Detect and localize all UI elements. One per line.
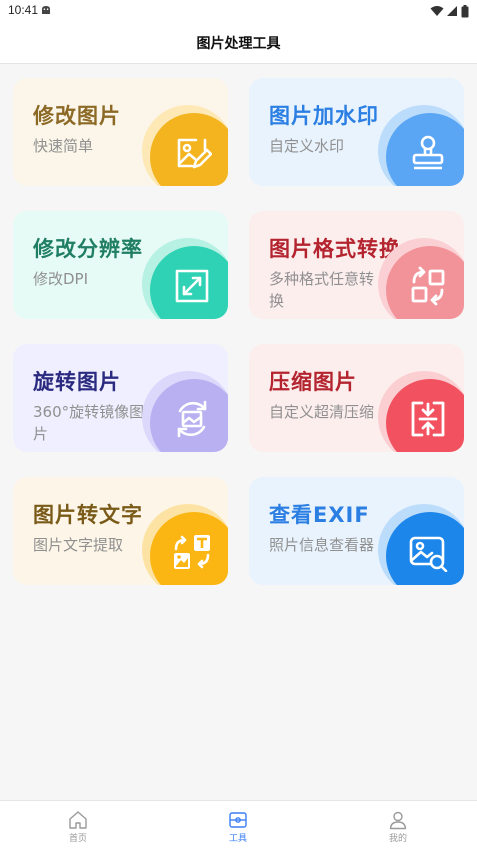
- nav-label-tools: 工具: [228, 834, 247, 844]
- android-notification-icon: [42, 6, 50, 14]
- tool-card-title: 修改图片: [33, 104, 121, 128]
- tool-card-subtitle: 图片文字提取: [33, 536, 124, 554]
- tool-card-image-to-text[interactable]: 图片转文字 图片文字提取: [13, 477, 228, 585]
- tool-card-title: 图片转文字: [33, 503, 143, 527]
- rotate-image-icon: [177, 400, 207, 438]
- tool-card-title: 压缩图片: [269, 370, 357, 394]
- tool-card-title: 修改分辨率: [33, 237, 143, 261]
- nav-label-home: 首页: [68, 834, 87, 844]
- edit-image-icon: [177, 138, 212, 169]
- home-icon: [69, 811, 87, 829]
- tool-card-subtitle: 多种格式任意转换: [269, 270, 375, 310]
- tool-card-title: 图片加水印: [269, 104, 379, 128]
- image-to-text-icon: [174, 535, 210, 569]
- tool-card-subtitle: 照片信息查看器: [269, 536, 375, 554]
- tool-card-subtitle: 360°旋转镜像图片: [33, 403, 145, 443]
- exif-search-icon: [409, 536, 448, 572]
- tool-card-subtitle: 快速简单: [33, 137, 94, 155]
- signal-icon: [447, 6, 457, 16]
- tool-card-title: 查看EXIF: [269, 503, 370, 527]
- tool-card-watermark[interactable]: 图片加水印 自定义水印: [249, 78, 464, 186]
- status-indicators: [430, 4, 469, 18]
- stamp-icon: [412, 135, 444, 170]
- tool-card-edit-image[interactable]: 修改图片 快速简单: [13, 78, 228, 186]
- tool-card-format-convert[interactable]: 图片格式转换 多种格式任意转换: [249, 211, 464, 319]
- page-title: 图片处理工具: [196, 36, 281, 52]
- tool-card-subtitle: 自定义水印: [269, 137, 345, 155]
- tool-card-title: 图片格式转换: [269, 237, 401, 261]
- tool-card-rotate[interactable]: 旋转图片 360°旋转镜像图片: [13, 344, 228, 452]
- tool-card-exif[interactable]: 查看EXIF 照片信息查看器: [249, 477, 464, 585]
- wifi-icon: [430, 6, 444, 16]
- nav-label-profile: 我的: [388, 834, 407, 844]
- app-header: 图片处理工具: [0, 22, 477, 64]
- nav-item-profile[interactable]: 我的: [368, 801, 428, 848]
- tool-card-subtitle: 自定义超清压缩: [269, 403, 375, 421]
- compress-icon: [411, 401, 445, 437]
- status-bar: 10:41: [0, 0, 477, 22]
- format-convert-icon: [411, 266, 445, 306]
- status-time: 10:41: [8, 3, 39, 17]
- tools-icon: [229, 812, 247, 828]
- nav-item-home[interactable]: 首页: [48, 801, 108, 848]
- tool-card-title: 旋转图片: [33, 370, 121, 394]
- battery-icon: [461, 4, 469, 17]
- nav-item-tools[interactable]: 工具: [208, 801, 268, 848]
- resize-icon: [175, 269, 209, 303]
- bottom-nav: 首页 工具 我的: [0, 800, 477, 848]
- tool-card-subtitle: 修改DPI: [33, 270, 89, 288]
- profile-icon: [389, 811, 407, 830]
- tool-card-resolution[interactable]: 修改分辨率 修改DPI: [13, 211, 228, 319]
- tool-card-compress[interactable]: 压缩图片 自定义超清压缩: [249, 344, 464, 452]
